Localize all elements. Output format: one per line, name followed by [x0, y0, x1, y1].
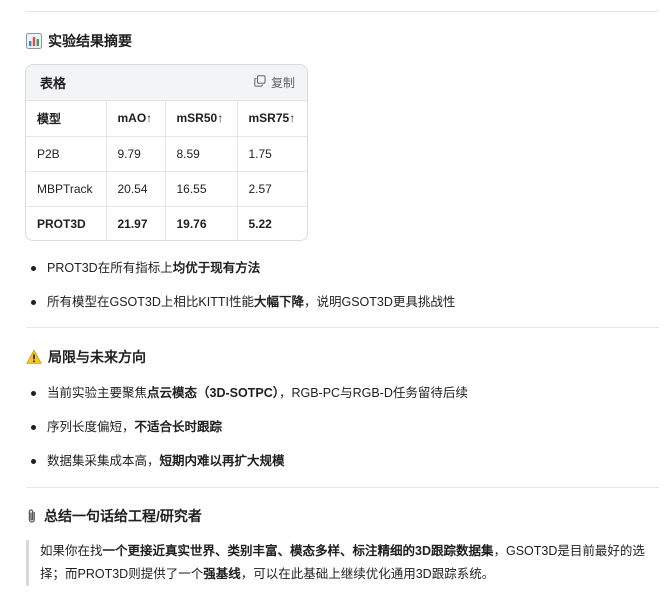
column-header: mAO↑ [106, 101, 166, 137]
quote-text: ，可以在此基础上继续优化通用3D跟踪系统。 [240, 567, 495, 581]
column-header: mSR75↑ [237, 101, 307, 137]
section-heading-text: 局限与未来方向 [48, 349, 146, 365]
column-header: 模型 [26, 101, 107, 137]
list-item: 所有模型在GSOT3D上相比KITTI性能大幅下降，说明GSOT3D更具挑战性 [26, 294, 455, 310]
copy-icon [254, 75, 266, 90]
table-cell: MBPTrack [26, 171, 107, 207]
list-item-text: 当前实验主要聚焦 [47, 386, 148, 400]
list-item: PROT3D在所有指标上均优于现有方法 [26, 260, 455, 276]
list-item: 数据集采集成本高，短期内难以再扩大规模 [26, 453, 468, 469]
copy-button-label: 复制 [270, 76, 295, 90]
section-heading-summary: 实验结果摘要 [26, 31, 132, 51]
divider [26, 487, 659, 488]
table-cell: 19.76 [165, 206, 238, 240]
table-header-row: 模型 mAO↑ mSR50↑ mSR75↑ [26, 101, 307, 137]
table-cell: 20.54 [106, 171, 166, 207]
section-heading-text: 实验结果摘要 [48, 33, 132, 49]
list-item-text: ，说明GSOT3D更具挑战性 [303, 295, 456, 309]
results-table-card: 表格 复制 模型 mAO↑ mSR50↑ mSR75↑ P2B 9.79 8.5… [25, 64, 308, 241]
table-cell: P2B [26, 136, 107, 172]
chat-response: 实验结果摘要 表格 复制 模型 mAO↑ mSR50↑ mSR75↑ P2B 9… [0, 0, 672, 592]
divider [26, 11, 659, 12]
table-card-title: 表格 [40, 76, 67, 91]
table-card-header: 表格 复制 [26, 65, 307, 101]
table-cell: 2.57 [237, 171, 307, 207]
list-item-text: 所有模型在GSOT3D上相比KITTI性能 [47, 295, 254, 309]
table-cell: 8.59 [165, 136, 238, 172]
list-item: 序列长度偏短，不适合长时跟踪 [26, 419, 468, 435]
table-cell: PROT3D [26, 206, 107, 240]
paperclip-icon [26, 508, 38, 524]
table-cell: 1.75 [237, 136, 307, 172]
list-item-text: PROT3D在所有指标上 [47, 261, 173, 275]
table-row: P2B 9.79 8.59 1.75 [26, 136, 307, 172]
warning-icon [26, 349, 42, 365]
list-item-emphasis: 短期内难以再扩大规模 [159, 454, 285, 468]
section-heading-text: 总结一句话给工程/研究者 [44, 508, 202, 524]
quote-emphasis: 强基线 [203, 567, 241, 581]
divider [26, 327, 659, 328]
limits-bullet-list: 当前实验主要聚焦点云模态（3D-SOTPC），RGB-PC与RGB-D任务留待后… [26, 385, 468, 469]
section-heading-conclusion: 总结一句话给工程/研究者 [26, 506, 202, 526]
copy-button[interactable]: 复制 [254, 74, 295, 91]
conclusion-quote: 如果你在找一个更接近真实世界、类别丰富、模态多样、标注精细的3D跟踪数据集，GS… [26, 540, 659, 586]
table-cell: 21.97 [106, 206, 166, 240]
section-heading-limits: 局限与未来方向 [26, 347, 146, 367]
list-item-emphasis: 点云模态（3D-SOTPC） [147, 386, 279, 400]
table-cell: 5.22 [248, 216, 272, 231]
column-header: mSR50↑ [165, 101, 238, 137]
table-cell: 9.79 [106, 136, 166, 172]
list-item-emphasis: 均优于现有方法 [172, 261, 261, 275]
quote-text: 如果你在找 [40, 544, 103, 558]
table-row: MBPTrack 20.54 16.55 2.57 [26, 171, 307, 207]
list-item-emphasis: 不适合长时跟踪 [134, 420, 223, 434]
list-item-text: 序列长度偏短， [47, 420, 135, 434]
list-item: 当前实验主要聚焦点云模态（3D-SOTPC），RGB-PC与RGB-D任务留待后… [26, 385, 468, 401]
bar-chart-icon [26, 33, 42, 49]
table-row: PROT3D 21.97 19.76 5.22 [26, 206, 307, 240]
list-item-text: 数据集采集成本高， [47, 454, 160, 468]
results-table: 模型 mAO↑ mSR50↑ mSR75↑ P2B 9.79 8.59 1.75… [26, 101, 307, 240]
quote-emphasis: 一个更接近真实世界、类别丰富、模态多样、标注精细的3D跟踪数据集 [102, 544, 494, 558]
list-item-emphasis: 大幅下降 [253, 295, 304, 309]
summary-bullet-list: PROT3D在所有指标上均优于现有方法 所有模型在GSOT3D上相比KITTI性… [26, 260, 455, 310]
list-item-text: ，RGB-PC与RGB-D任务留待后续 [278, 386, 468, 400]
table-cell: 16.55 [165, 171, 238, 207]
